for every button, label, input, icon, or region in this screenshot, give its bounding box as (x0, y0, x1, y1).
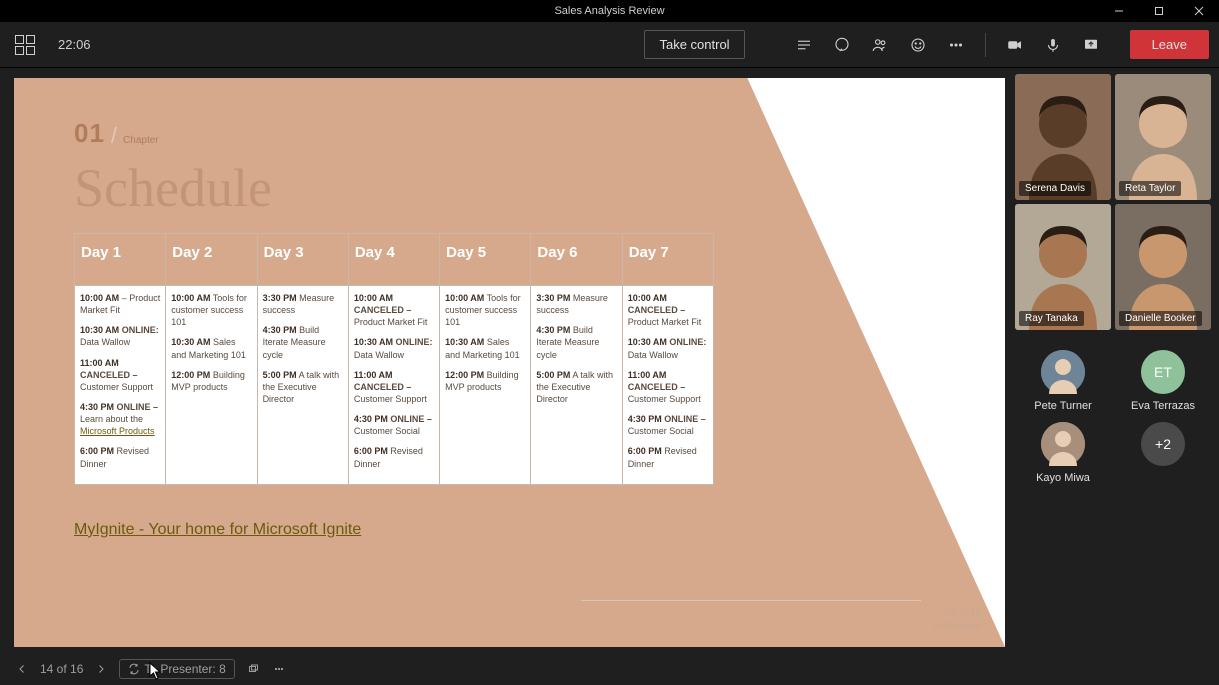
minimize-button[interactable] (1099, 0, 1139, 22)
schedule-day-header: Day 5 (440, 234, 531, 286)
participant-name-label: Serena Davis (1019, 181, 1091, 196)
maximize-button[interactable] (1139, 0, 1179, 22)
chapter-indicator: 01 / Chapter (74, 118, 945, 149)
chapter-number: 01 (74, 118, 105, 149)
schedule-day-header: Day 1 (75, 234, 166, 286)
presenter-bottom-bar: 14 of 16 To Presenter: 8 (0, 653, 1219, 685)
meeting-toolbar: 22:06 Take control Leave (0, 22, 1219, 68)
schedule-day-header: Day 6 (531, 234, 622, 286)
chapter-label: Chapter (123, 135, 159, 149)
participant-video-tile[interactable]: Ray Tanaka (1015, 204, 1111, 330)
participant-video-tile[interactable]: Danielle Booker (1115, 204, 1211, 330)
slide-footer: SS 2019 Collections (581, 600, 981, 633)
participant-name-label: Eva Terrazas (1131, 400, 1195, 412)
schedule-day-header: Day 2 (166, 234, 257, 286)
slide-counter: 14 of 16 (40, 662, 83, 676)
prev-slide-button[interactable] (14, 661, 30, 677)
title-bar: Sales Analysis Review (0, 0, 1219, 22)
presentation-slide[interactable]: 01 / Chapter Schedule Day 1Day 2Day 3Day… (14, 78, 1005, 647)
schedule-day-cell: 10:00 AM CANCELED – Product Market Fit10… (622, 286, 713, 485)
participant-video-tile[interactable]: Serena Davis (1015, 74, 1111, 200)
next-slide-button[interactable] (93, 661, 109, 677)
schedule-day-header: Day 7 (622, 234, 713, 286)
more-actions-icon[interactable] (941, 30, 971, 60)
participant-avatar: ET (1141, 350, 1185, 394)
slide-title: Schedule (74, 157, 945, 219)
participant-name-label: Ray Tanaka (1019, 311, 1084, 326)
list-icon[interactable] (789, 30, 819, 60)
reactions-icon[interactable] (903, 30, 933, 60)
meeting-duration: 22:06 (58, 37, 91, 52)
participant-avatar (1041, 422, 1085, 466)
people-icon[interactable] (865, 30, 895, 60)
schedule-day-cell: 10:00 AM – Product Market Fit10:30 AM ON… (75, 286, 166, 485)
schedule-day-cell: 10:00 AM Tools for customer success 1011… (166, 286, 257, 485)
participant-name-label: Reta Taylor (1119, 181, 1181, 196)
take-control-button[interactable]: Take control (644, 30, 744, 59)
shared-content-area: 01 / Chapter Schedule Day 1Day 2Day 3Day… (0, 68, 1011, 653)
chat-icon[interactable] (827, 30, 857, 60)
camera-icon[interactable] (1000, 30, 1030, 60)
schedule-day-cell: 3:30 PM Measure success4:30 PM Build Ite… (531, 286, 622, 485)
schedule-day-cell: 3:30 PM Measure success4:30 PM Build Ite… (257, 286, 348, 485)
schedule-day-header: Day 4 (348, 234, 439, 286)
window-title: Sales Analysis Review (554, 5, 664, 17)
participant-audio-tile[interactable]: Kayo Miwa (1015, 422, 1111, 484)
schedule-day-cell: 10:00 AM Tools for customer success 1011… (440, 286, 531, 485)
share-screen-icon[interactable] (1076, 30, 1106, 60)
participant-name-label: Danielle Booker (1119, 311, 1202, 326)
schedule-day-cell: 10:00 AM CANCELED – Product Market Fit10… (348, 286, 439, 485)
microphone-icon[interactable] (1038, 30, 1068, 60)
schedule-day-header: Day 3 (257, 234, 348, 286)
schedule-table: Day 1Day 2Day 3Day 4Day 5Day 6Day 7 10:0… (74, 233, 714, 485)
sync-to-presenter-button[interactable]: To Presenter: 8 (119, 659, 234, 679)
overflow-count-badge: +2 (1141, 422, 1185, 466)
participant-name-label: Kayo Miwa (1036, 472, 1090, 484)
participant-overflow-tile[interactable]: +2 (1115, 422, 1211, 484)
participant-audio-tile[interactable]: ET Eva Terrazas (1115, 350, 1211, 412)
slide-hyperlink[interactable]: MyIgnite - Your home for Microsoft Ignit… (74, 521, 361, 539)
leave-button[interactable]: Leave (1130, 30, 1209, 59)
pop-out-icon[interactable] (245, 661, 261, 677)
participant-video-tile[interactable]: Reta Taylor (1115, 74, 1211, 200)
participant-audio-tile[interactable]: Pete Turner (1015, 350, 1111, 412)
grid-view-icon[interactable] (10, 30, 40, 60)
close-button[interactable] (1179, 0, 1219, 22)
participant-avatar (1041, 350, 1085, 394)
participant-name-label: Pete Turner (1034, 400, 1091, 412)
participants-panel: Serena Davis Reta Taylor Ray Tanaka Dani… (1011, 68, 1219, 653)
more-options-icon[interactable] (271, 661, 287, 677)
